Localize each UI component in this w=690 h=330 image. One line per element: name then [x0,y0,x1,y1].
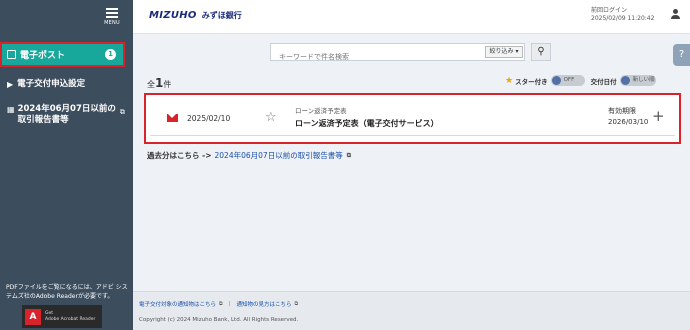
user-head [672,9,678,14]
sidebar-item-delivery-settings[interactable]: ▶ 電子交付申込設定 [0,79,133,90]
last-login: 前回ログイン 2025/02/09 11:20:42 [591,7,654,23]
footer-link-howto[interactable]: 通知物の見方はこちら [236,300,291,308]
help-button[interactable]: ? [673,44,690,66]
footer-links: 電子交付対象の通知物はこちら ⧉ | 通知物の見方はこちら ⧉ [139,300,298,308]
toggle-knob [620,76,630,85]
sidebar: MENU 電子ポスト 1 ▶ 電子交付申込設定 ▦ 2024年06月07日以前の… [0,0,133,330]
hamburger-bar [106,12,118,14]
result-count: 全1件 [147,76,171,90]
count-prefix: 全 [147,80,155,89]
menu-label: MENU [104,20,120,26]
external-window-icon: ⧉ [119,108,125,116]
filters: ★ スター付き OFF 交付日付 新しい順 [505,75,662,86]
chevron-right-icon: ▶ [7,80,14,89]
past-prefix: 過去分はこちら -> [147,151,212,160]
search-button[interactable]: ⚲ [531,43,551,61]
expiry-date: 2026/03/10 [608,118,649,126]
acrobat-logo-icon: A [25,308,41,325]
pdf-reader-note: PDFファイルをご覧になるには、アドビ システムズ社のAdobe Readerが… [6,284,128,300]
footer-link-targets[interactable]: 電子交付対象の通知物はこちら [139,300,216,308]
search-icon: ⚲ [537,46,545,57]
user-icon[interactable] [668,9,682,23]
mailbox-icon [7,50,16,59]
search-input[interactable] [271,49,481,65]
copyright: Copyright (c) 2024 Mizuho Bank, Ltd. All… [139,317,299,323]
refine-dropdown[interactable]: 絞り込み ▾ [485,46,523,58]
item-category: ローン返済予定表 [295,107,347,115]
help-icon: ? [678,49,685,60]
star-filter-label: スター付き [515,77,548,86]
acrobat-text: Get Adobe Acrobat Reader [45,311,95,323]
star-toggle[interactable]: OFF [550,75,585,86]
sort-order-state: 新しい順 [632,77,655,83]
external-window-icon: ⧉ [346,151,351,159]
sidebar-item-label: 電子交付申込設定 [17,79,86,89]
list-item-inner: 2025/02/10 ☆ ローン返済予定表 ローン返済予定表（電子交付サービス）… [150,98,675,136]
item-title[interactable]: ローン返済予定表（電子交付サービス） [295,118,439,129]
last-login-label: 前回ログイン [591,7,628,14]
document-icon: ▦ [7,105,15,114]
user-body [670,15,680,19]
brand-ja: みずほ銀行 [201,11,242,20]
footer: 電子交付対象の通知物はこちら ⧉ | 通知物の見方はこちら ⧉ Copyrigh… [133,291,690,330]
past-reports-link-row: 過去分はこちら -> 2024年06月07日以前の取引報告書等 ⧉ [147,150,351,161]
refine-label: 絞り込み [489,48,514,55]
acrobat-reader-button[interactable]: A Get Adobe Acrobat Reader [22,305,102,328]
delivery-date: 2025/02/10 [187,114,231,123]
list-item[interactable]: 2025/02/10 ☆ ローン返済予定表 ローン返済予定表（電子交付サービス）… [144,93,681,144]
label-line2: 取引報告書等 [17,115,69,125]
acrobat-line2: Adobe Acrobat Reader [45,316,96,322]
external-window-icon: ⧉ [294,301,299,307]
menu-button[interactable]: MENU [104,6,120,30]
sort-order-toggle[interactable]: 新しい順 [619,75,656,86]
star-icon: ★ [505,75,514,86]
hamburger-icon [106,8,118,10]
expand-plus-icon[interactable]: + [652,107,665,125]
external-window-icon: ⧉ [219,301,223,307]
separator: | [228,301,231,307]
brand-logo[interactable]: MIZUHO みずほ銀行 [149,10,242,21]
hamburger-bar [106,16,118,18]
toggle-state: OFF [563,77,575,83]
label-line1: 2024年06月07日以前の [17,104,116,114]
past-reports-link[interactable]: 2024年06月07日以前の取引報告書等 [215,150,343,161]
expiry-label: 有効期限 [608,107,636,115]
count-suffix: 件 [163,80,172,89]
header: MIZUHO みずほ銀行 前回ログイン 2025/02/09 11:20:42 [133,0,690,34]
last-login-time: 2025/02/09 11:20:42 [591,15,655,22]
sidebar-item-label: 2024年06月07日以前の 取引報告書等 [18,104,116,126]
sidebar-item-e-post[interactable]: 電子ポスト 1 [0,42,125,67]
acrobat-line1: Get [45,310,54,316]
sidebar-item-past-reports[interactable]: ▦ 2024年06月07日以前の 取引報告書等 ⧉ [0,104,133,126]
unread-badge: 1 [105,49,116,60]
sidebar-item-label: 電子ポスト [20,51,66,61]
date-sort-label: 交付日付 [590,77,617,86]
envelope-icon [167,114,178,122]
toggle-knob [551,76,561,85]
brand-en: MIZUHO [149,10,197,21]
star-outline-icon[interactable]: ☆ [265,110,277,125]
